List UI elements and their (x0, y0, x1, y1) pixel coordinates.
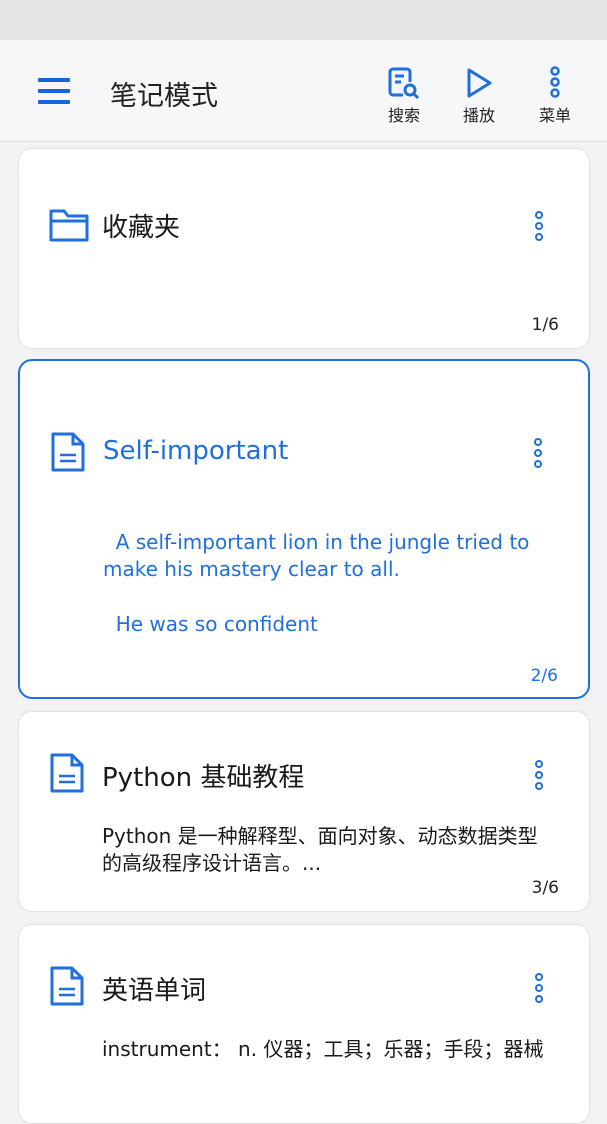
note-title: Python 基础教程 (102, 763, 305, 793)
document-icon (49, 965, 85, 1011)
app-bar: 笔记模式 搜索 播放 菜单 (0, 40, 607, 142)
search-document-icon (374, 66, 434, 100)
note-card-self-important[interactable]: Self-important A self-important lion in … (18, 359, 590, 699)
page-counter: 2/6 (530, 666, 558, 686)
folder-icon (49, 207, 89, 247)
page-title: 笔记模式 (110, 81, 218, 112)
more-vertical-icon[interactable] (534, 438, 542, 471)
menu-button[interactable]: 菜单 (525, 66, 585, 126)
play-icon (449, 66, 509, 100)
play-button[interactable]: 播放 (449, 66, 509, 126)
more-vertical-icon[interactable] (535, 973, 543, 1006)
note-card-python[interactable]: Python 基础教程 Python 是一种解释型、面向对象、动态数据类型的高级… (18, 711, 590, 912)
note-card-english-words[interactable]: 英语单词 instrument： n. 仪器；工具；乐器；手段；器械 (18, 924, 590, 1124)
hamburger-menu-icon[interactable] (38, 78, 72, 108)
document-icon (49, 752, 85, 798)
document-icon (50, 431, 86, 477)
note-title: Self-important (103, 436, 289, 466)
status-bar (0, 0, 607, 40)
note-title: 收藏夹 (102, 213, 181, 243)
search-label: 搜索 (387, 106, 420, 125)
more-vertical-icon[interactable] (535, 760, 543, 793)
note-body: Python 是一种解释型、面向对象、动态数据类型的高级程序设计语言。... (102, 824, 538, 875)
page-counter: 3/6 (531, 878, 559, 898)
play-label: 播放 (462, 106, 495, 125)
more-vertical-icon[interactable] (535, 211, 543, 244)
more-vertical-icon (525, 66, 585, 100)
note-body-line-1: A self-important lion in the jungle trie… (103, 530, 536, 581)
note-card-favorites[interactable]: 收藏夹 1/6 (18, 148, 590, 349)
page-counter: 1/6 (531, 315, 559, 335)
note-body-line-2: He was so confident (103, 612, 318, 636)
note-body: instrument： n. 仪器；工具；乐器；手段；器械 (102, 1037, 544, 1061)
menu-label: 菜单 (538, 106, 571, 125)
note-title: 英语单词 (102, 976, 207, 1006)
search-button[interactable]: 搜索 (374, 66, 434, 126)
